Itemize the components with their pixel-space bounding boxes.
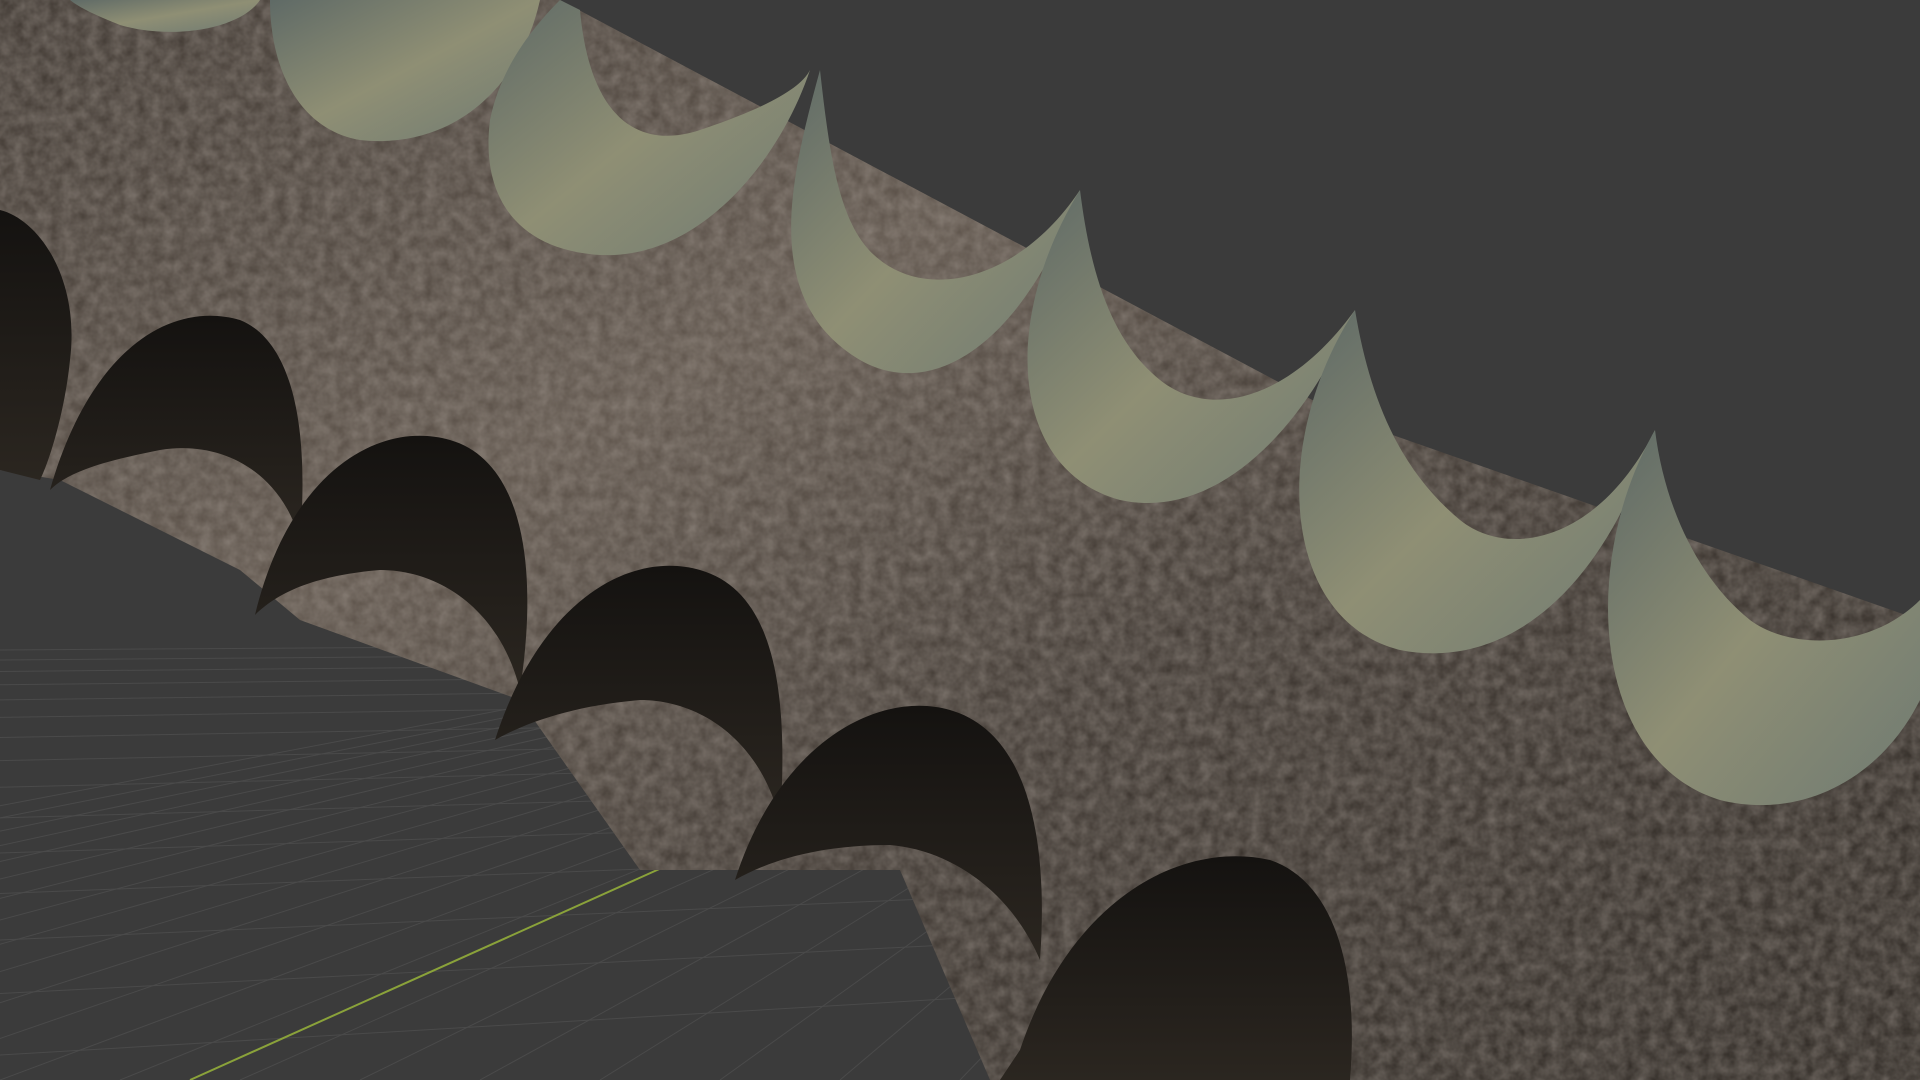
3d-viewport[interactable] — [0, 0, 1920, 1080]
x-axis-line — [189, 834, 736, 1080]
viewport-canvas[interactable] — [0, 0, 1920, 1080]
sculpted-model[interactable] — [0, 0, 1920, 1080]
